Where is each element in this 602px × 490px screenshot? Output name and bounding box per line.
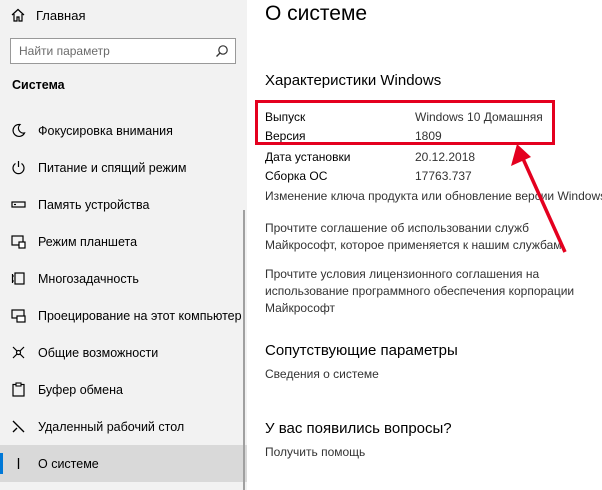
clipboard-icon [11, 382, 26, 397]
project-icon [11, 308, 26, 323]
sidebar-nav: Фокусировка внимания Питание и спящий ре… [0, 112, 247, 482]
settings-sidebar: Главная Найти параметр Система Фокусиров… [0, 0, 247, 490]
sidebar-item-label: Удаленный рабочий стол [38, 419, 185, 434]
storage-icon [11, 197, 26, 212]
spec-value: 20.12.2018 [415, 150, 476, 164]
spec-value: 17763.737 [415, 169, 472, 183]
sidebar-item-label: О системе [38, 456, 99, 471]
info-icon [11, 456, 26, 471]
search-icon[interactable] [215, 44, 229, 58]
sidebar-item-about[interactable]: О системе [0, 445, 247, 482]
sidebar-item-tablet[interactable]: Режим планшета [0, 223, 247, 260]
home-icon [10, 7, 26, 23]
system-info-link[interactable]: Сведения о системе [265, 366, 379, 383]
license-terms-link[interactable]: Прочтите условия лицензионного соглашени… [265, 266, 585, 317]
sidebar-item-label: Фокусировка внимания [38, 123, 173, 138]
sidebar-item-storage[interactable]: Память устройства [0, 186, 247, 223]
sidebar-item-label: Буфер обмена [38, 382, 123, 397]
sidebar-scrollbar[interactable] [243, 210, 245, 490]
sidebar-item-label: Общие возможности [38, 345, 159, 360]
annotation-arrow [511, 144, 567, 253]
sidebar-item-multitasking[interactable]: Многозадачность [0, 260, 247, 297]
spec-row-install-date: Дата установки 20.12.2018 [265, 150, 475, 164]
search-input[interactable]: Найти параметр [10, 38, 236, 64]
spec-heading: Характеристики Windows [265, 72, 442, 89]
sidebar-item-label: Проецирование на этот компьютер [38, 308, 242, 323]
multitask-icon [11, 271, 26, 286]
sidebar-item-label: Память устройства [38, 197, 150, 212]
power-icon [11, 160, 26, 175]
related-heading: Сопутствующие параметры [265, 342, 458, 359]
sidebar-item-projecting[interactable]: Проецирование на этот компьютер [0, 297, 247, 334]
sidebar-item-remote-desktop[interactable]: Удаленный рабочий стол [0, 408, 247, 445]
search-placeholder: Найти параметр [19, 44, 110, 58]
spec-row-build: Сборка ОС 17763.737 [265, 169, 472, 183]
home-link[interactable]: Главная [10, 5, 85, 25]
sidebar-item-label: Многозадачность [38, 271, 139, 286]
sidebar-item-label: Режим планшета [38, 234, 138, 249]
remote-icon [11, 419, 26, 434]
spec-label: Дата установки [265, 150, 351, 164]
section-title: Система [12, 78, 65, 92]
sidebar-item-shared[interactable]: Общие возможности [0, 334, 247, 371]
sidebar-item-label: Питание и спящий режим [38, 160, 187, 175]
spec-label: Сборка ОС [265, 169, 328, 183]
questions-heading: У вас появились вопросы? [265, 420, 452, 437]
home-label: Главная [36, 7, 86, 23]
sidebar-item-power[interactable]: Питание и спящий режим [0, 149, 247, 186]
highlight-box [255, 100, 555, 145]
sidebar-item-focus[interactable]: Фокусировка внимания [0, 112, 247, 149]
share-icon [11, 345, 26, 360]
get-help-link[interactable]: Получить помощь [265, 444, 365, 461]
sidebar-item-clipboard[interactable]: Буфер обмена [0, 371, 247, 408]
moon-icon [11, 123, 26, 138]
tablet-icon [11, 234, 26, 249]
page-title: О системе [265, 2, 368, 25]
